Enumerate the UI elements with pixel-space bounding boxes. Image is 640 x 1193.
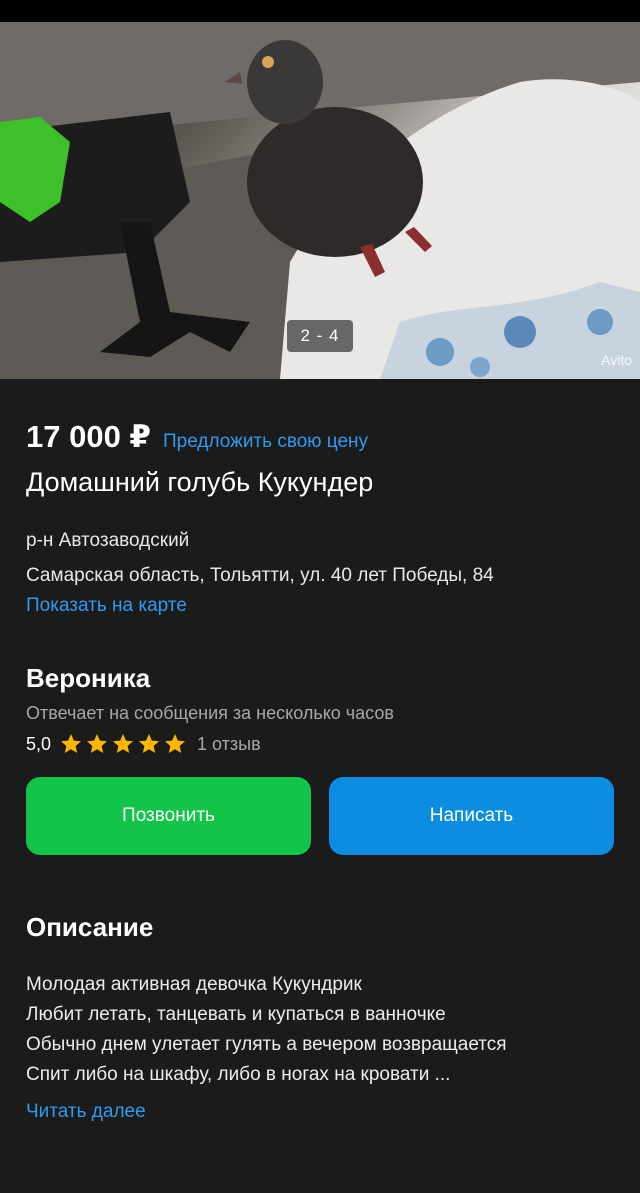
status-bar	[0, 0, 640, 22]
avito-watermark: Avito	[601, 352, 632, 368]
write-button[interactable]: Написать	[329, 777, 614, 855]
star-icon	[139, 734, 160, 753]
seller-reply-time: Отвечает на сообщения за несколько часов	[26, 703, 394, 723]
listing-title: Домашний голубь Кукундер	[26, 467, 374, 497]
star-icon	[61, 734, 82, 753]
offer-price-link[interactable]: Предложить свою цену	[163, 431, 368, 453]
address: Самарская область, Тольятти, ул. 40 лет …	[26, 565, 494, 586]
description-line: Молодая активная девочка Кукундрик	[26, 974, 362, 995]
photo-counter: 2 - 4	[287, 320, 353, 352]
show-on-map-link[interactable]: Показать на карте	[26, 595, 187, 617]
rating-stars	[59, 732, 187, 756]
star-icon	[113, 734, 134, 753]
price-row: 17 000 ₽ Предложить свою цену	[26, 419, 368, 455]
star-icon	[87, 734, 108, 753]
read-more-link[interactable]: Читать далее	[26, 1101, 146, 1123]
seller-name[interactable]: Вероника	[26, 663, 150, 694]
call-button[interactable]: Позвонить	[26, 777, 311, 855]
price: 17 000 ₽	[26, 419, 151, 454]
star-icon	[165, 734, 186, 753]
description-text: Молодая активная девочка Кукундрик Любит…	[26, 970, 507, 1090]
description-line: Любит летать, танцевать и купаться в ван…	[26, 1004, 446, 1025]
reviews-count[interactable]: 1 отзыв	[197, 734, 261, 755]
description-line: Обычно днем улетает гулять а вечером воз…	[26, 1034, 507, 1055]
description-line: Спит либо на шкафу, либо в ногах на кров…	[26, 1064, 451, 1085]
rating-value: 5,0	[26, 733, 52, 754]
seller-rating[interactable]: 5,0 1 отзыв	[26, 732, 261, 756]
district: р-н Автозаводский	[26, 530, 190, 551]
description-heading: Описание	[26, 912, 154, 942]
photo-gallery[interactable]: 2 - 4 Avito	[0, 22, 640, 379]
